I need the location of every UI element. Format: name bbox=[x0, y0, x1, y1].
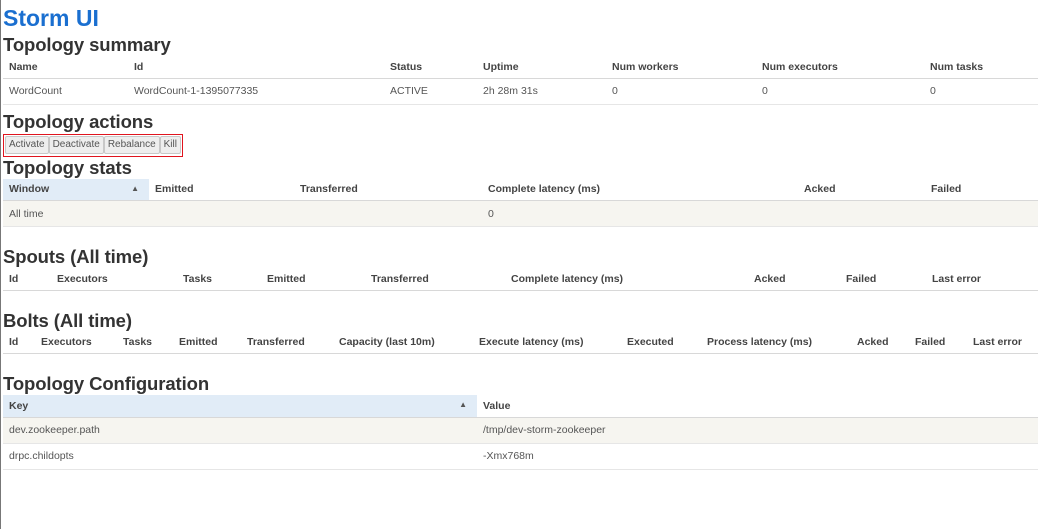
table-row: dev.zookeeper.path /tmp/dev-storm-zookee… bbox=[3, 417, 1038, 444]
col-value[interactable]: Value bbox=[477, 395, 1038, 418]
col-capacity[interactable]: Capacity (last 10m) bbox=[333, 331, 473, 354]
col-failed[interactable]: Failed bbox=[925, 178, 1038, 201]
topology-stats-table: Window ▲ Emitted Transferred Complete lat… bbox=[3, 178, 1038, 227]
sort-ascending-icon: ▲ bbox=[459, 400, 467, 409]
spouts-table: Id Executors Tasks Emitted Transferred C… bbox=[3, 268, 1038, 291]
col-key-label: Key bbox=[9, 399, 29, 412]
table-header-row: Window ▲ Emitted Transferred Complete lat… bbox=[3, 178, 1038, 201]
app-title: Storm UI bbox=[3, 5, 99, 31]
topology-stats-title: Topology stats bbox=[3, 156, 132, 178]
table-row: WordCount WordCount-1-1395077335 ACTIVE … bbox=[3, 78, 1038, 105]
cell-num-workers: 0 bbox=[606, 78, 756, 105]
table-header-row: Name Id Status Uptime Num workers Num ex… bbox=[3, 56, 1038, 79]
col-emitted[interactable]: Emitted bbox=[149, 178, 294, 201]
topology-actions-title: Topology actions bbox=[3, 110, 154, 132]
col-process-latency[interactable]: Process latency (ms) bbox=[701, 331, 851, 354]
rebalance-button[interactable]: Rebalance bbox=[103, 135, 160, 154]
cell-failed bbox=[925, 200, 1038, 227]
col-complete-latency[interactable]: Complete latency (ms) bbox=[482, 178, 798, 201]
col-tasks[interactable]: Tasks bbox=[117, 331, 173, 354]
cell-value: /tmp/dev-storm-zookeeper bbox=[477, 417, 1038, 444]
col-complete-latency[interactable]: Complete latency (ms) bbox=[505, 268, 748, 291]
cell-complete-latency: 0 bbox=[482, 200, 798, 227]
topology-summary-title: Topology summary bbox=[3, 34, 171, 55]
topology-actions-group: Activate Deactivate Rebalance Kill bbox=[3, 133, 183, 157]
table-row: All time 0 bbox=[3, 200, 1038, 227]
cell-emitted bbox=[149, 200, 294, 227]
col-id[interactable]: Id bbox=[128, 56, 384, 79]
col-failed[interactable]: Failed bbox=[909, 331, 967, 354]
topology-config-table: Key ▲ Value dev.zookeeper.path /tmp/dev-s… bbox=[3, 395, 1038, 470]
col-tasks[interactable]: Tasks bbox=[177, 268, 261, 291]
col-status[interactable]: Status bbox=[384, 56, 477, 79]
col-acked[interactable]: Acked bbox=[851, 331, 909, 354]
kill-button[interactable]: Kill bbox=[159, 135, 181, 154]
sort-ascending-icon: ▲ bbox=[131, 183, 139, 193]
col-executors[interactable]: Executors bbox=[51, 268, 177, 291]
col-transferred[interactable]: Transferred bbox=[294, 178, 482, 201]
col-num-executors[interactable]: Num executors bbox=[756, 56, 924, 79]
topology-config-title: Topology Configuration bbox=[3, 373, 210, 394]
col-key[interactable]: Key ▲ bbox=[3, 395, 477, 418]
cell-num-tasks: 0 bbox=[924, 78, 1038, 105]
cell-num-executors: 0 bbox=[756, 78, 924, 105]
cell-transferred bbox=[294, 200, 482, 227]
col-window[interactable]: Window ▲ bbox=[3, 178, 149, 201]
col-uptime[interactable]: Uptime bbox=[477, 56, 606, 79]
col-window-label: Window bbox=[9, 183, 50, 196]
col-execute-latency[interactable]: Execute latency (ms) bbox=[473, 331, 621, 354]
col-num-tasks[interactable]: Num tasks bbox=[924, 56, 1038, 79]
cell-uptime: 2h 28m 31s bbox=[477, 78, 606, 105]
table-header-row: Id Executors Tasks Emitted Transferred C… bbox=[3, 268, 1038, 291]
cell-key: dev.zookeeper.path bbox=[3, 417, 477, 444]
table-header-row: Id Executors Tasks Emitted Transferred C… bbox=[3, 331, 1038, 354]
col-acked[interactable]: Acked bbox=[748, 268, 840, 291]
bolts-table: Id Executors Tasks Emitted Transferred C… bbox=[3, 331, 1038, 354]
activate-button[interactable]: Activate bbox=[5, 135, 49, 154]
col-transferred[interactable]: Transferred bbox=[241, 331, 333, 354]
topology-summary-table: Name Id Status Uptime Num workers Num ex… bbox=[3, 56, 1038, 105]
col-executed[interactable]: Executed bbox=[621, 331, 701, 354]
deactivate-button[interactable]: Deactivate bbox=[48, 135, 104, 154]
cell-status: ACTIVE bbox=[384, 78, 477, 105]
col-last-error[interactable]: Last error bbox=[926, 268, 1038, 291]
col-id[interactable]: Id bbox=[3, 268, 51, 291]
cell-value: -Xmx768m bbox=[477, 443, 1038, 470]
col-name[interactable]: Name bbox=[3, 56, 128, 79]
col-acked[interactable]: Acked bbox=[798, 178, 925, 201]
table-row: drpc.childopts -Xmx768m bbox=[3, 443, 1038, 470]
col-executors[interactable]: Executors bbox=[35, 331, 117, 354]
col-transferred[interactable]: Transferred bbox=[365, 268, 505, 291]
col-num-workers[interactable]: Num workers bbox=[606, 56, 756, 79]
table-header-row: Key ▲ Value bbox=[3, 395, 1038, 418]
left-border bbox=[0, 0, 1, 529]
cell-id: WordCount-1-1395077335 bbox=[128, 78, 384, 105]
col-last-error[interactable]: Last error bbox=[967, 331, 1038, 354]
col-failed[interactable]: Failed bbox=[840, 268, 926, 291]
bolts-title: Bolts (All time) bbox=[3, 309, 132, 331]
cell-acked bbox=[798, 200, 925, 227]
page: Storm UI Topology summary Name Id Status… bbox=[0, 0, 1041, 470]
cell-window-link[interactable]: All time bbox=[3, 200, 149, 227]
spouts-title: Spouts (All time) bbox=[3, 246, 149, 267]
col-id[interactable]: Id bbox=[3, 331, 35, 354]
col-emitted[interactable]: Emitted bbox=[261, 268, 365, 291]
col-emitted[interactable]: Emitted bbox=[173, 331, 241, 354]
cell-key: drpc.childopts bbox=[3, 443, 477, 470]
cell-name: WordCount bbox=[3, 78, 128, 105]
